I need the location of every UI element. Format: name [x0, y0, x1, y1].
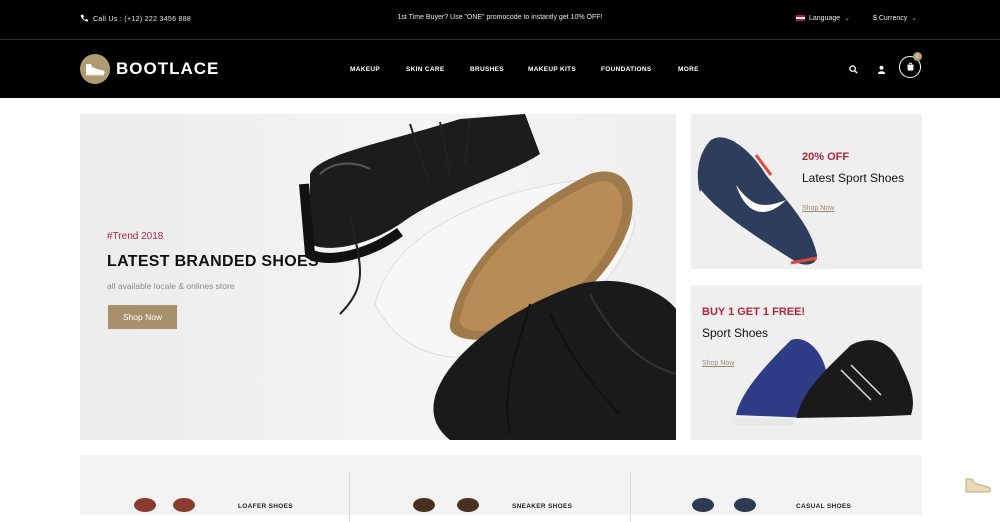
hero-title: LATEST BRANDED SHOES	[107, 253, 319, 270]
language-selector[interactable]: Language ⌄	[796, 14, 850, 22]
hero-banner: #Trend 2018 LATEST BRANDED SHOES all ava…	[80, 114, 676, 440]
divider	[630, 472, 631, 522]
hero-tag: #Trend 2018	[107, 231, 164, 242]
shopping-bag-icon	[906, 58, 915, 76]
scroll-to-top-shoe-icon[interactable]	[964, 475, 992, 500]
divider	[349, 472, 350, 522]
currency-selector[interactable]: $ Currency ⌄	[873, 14, 918, 23]
nav-item-brushes[interactable]: BRUSHES	[470, 66, 504, 73]
banner2-shop-now-link[interactable]: Shop Now	[702, 360, 734, 367]
cart-count-badge: 0	[913, 52, 922, 61]
nav-item-foundations[interactable]: FOUNDATIONS	[601, 66, 651, 73]
promo-banner-bogo[interactable]: BUY 1 GET 1 FREE! Sport Shoes Shop Now	[691, 285, 922, 440]
promo-banner-sport-shoes[interactable]: 20% OFF Latest Sport Shoes Shop Now	[691, 114, 922, 269]
nav-item-skin-care[interactable]: SKIN CARE	[406, 66, 444, 73]
banner1-text: Latest Sport Shoes	[802, 171, 905, 185]
banner1-shop-now-link[interactable]: Shop Now	[802, 205, 834, 212]
top-bar: Call Us : (+12) 222 3456 888 1st Time Bu…	[0, 0, 1000, 40]
nav-item-more[interactable]: MORE	[678, 66, 699, 73]
hero-shop-now-button[interactable]: Shop Now	[108, 305, 177, 329]
casual-thumbnail	[692, 498, 714, 512]
logo[interactable]: BOOTLACE	[80, 54, 219, 84]
chevron-down-icon: ⌄	[844, 15, 851, 22]
user-icon[interactable]	[873, 54, 889, 84]
loafer-thumbnail	[134, 498, 156, 512]
brand-name: BOOTLACE	[116, 59, 220, 78]
sneaker-thumbnail	[457, 498, 479, 512]
banner2-highlight: BUY 1 GET 1 FREE!	[702, 306, 806, 318]
loafer-thumbnail	[173, 498, 195, 512]
chevron-down-icon: ⌄	[911, 15, 918, 22]
nav-item-makeup[interactable]: MAKEUP	[350, 66, 380, 73]
language-label: Language	[809, 14, 841, 22]
currency-label: $ Currency	[873, 14, 908, 22]
flag-icon	[796, 15, 805, 21]
sneakers-pair-image	[734, 339, 913, 426]
casual-thumbnail	[734, 498, 756, 512]
nav-item-makeup-kits[interactable]: MAKEUP KITS	[528, 66, 576, 73]
search-icon[interactable]	[845, 54, 861, 84]
sneaker-thumbnail	[413, 498, 435, 512]
category-strip: LOAFER SHOES SNEAKER SHOES CASUAL SHOES	[80, 455, 922, 522]
hero-shoes-image	[299, 114, 676, 440]
hero-subtitle: all available locale & onlines store	[107, 281, 235, 291]
banner1-highlight: 20% OFF	[802, 151, 850, 163]
main-header: BOOTLACE MAKEUP SKIN CARE BRUSHES MAKEUP…	[0, 40, 1000, 98]
shoe-logo-icon	[80, 54, 110, 84]
